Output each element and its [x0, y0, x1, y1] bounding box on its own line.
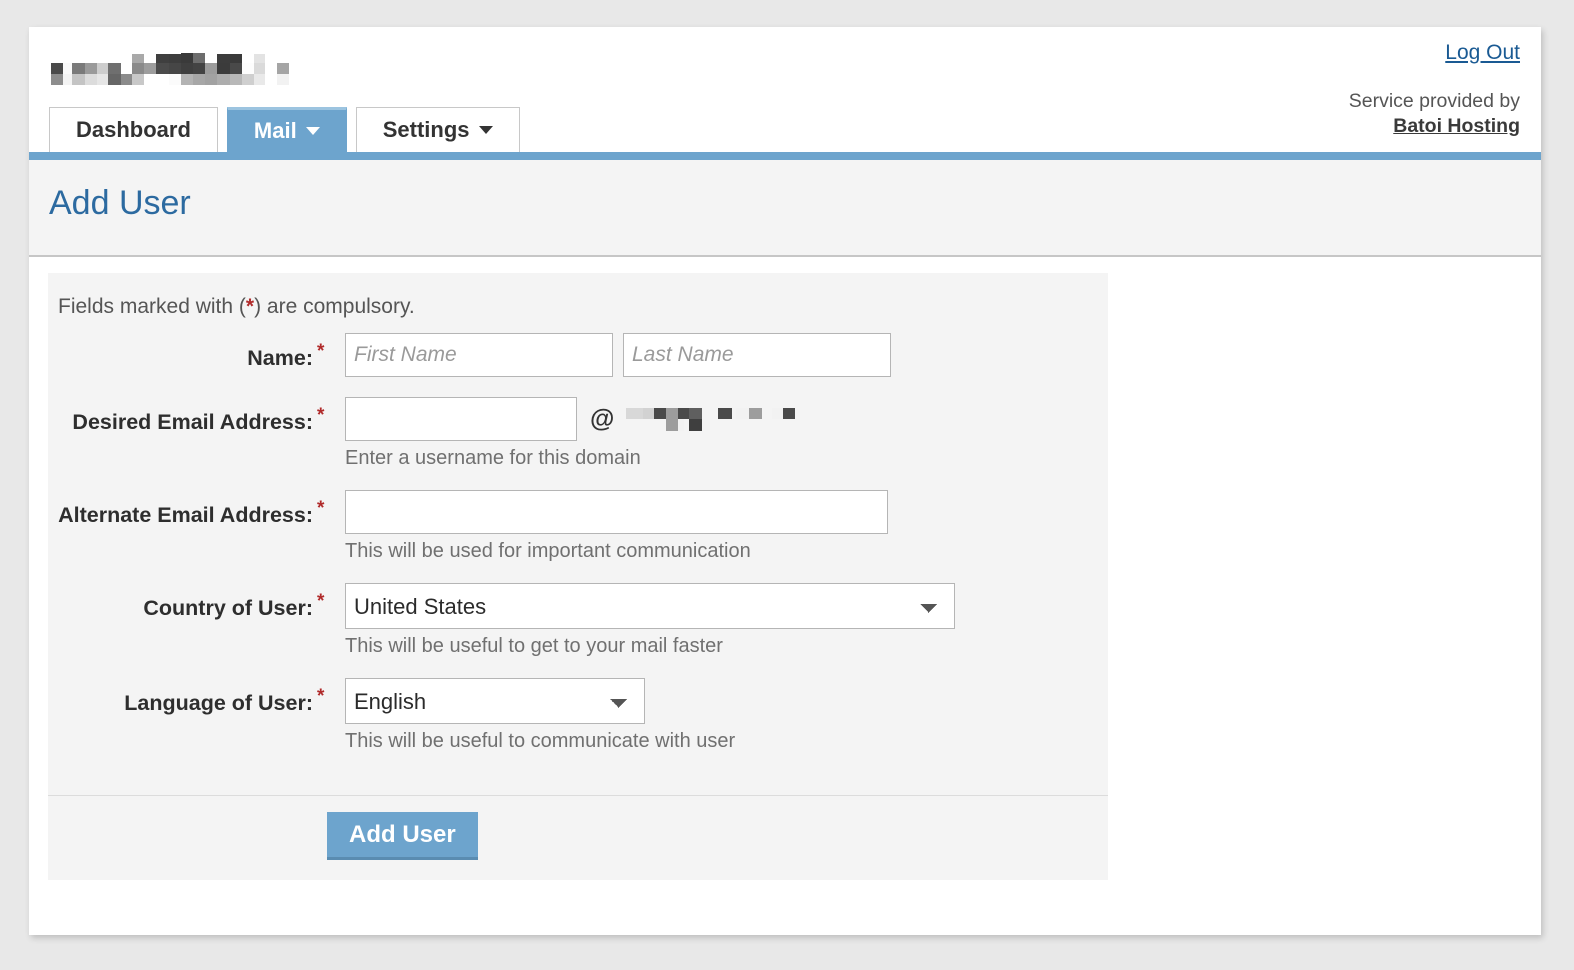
language-required-marker: *	[317, 686, 325, 707]
page-title-bar: Add User	[29, 160, 1541, 257]
alternate-email-required-marker: *	[317, 498, 325, 519]
form-footer: Add User	[48, 795, 1108, 880]
alternate-email-field-group: This will be used for important communic…	[331, 490, 888, 563]
form-row-name: Name: *	[48, 333, 1108, 377]
page-title: Add User	[49, 184, 191, 222]
desired-email-label: Desired Email Address:	[72, 410, 313, 434]
desired-email-field-group: @ Enter a username for this domain	[331, 397, 796, 470]
tab-mail-label: Mail	[253, 118, 297, 143]
logout-link[interactable]: Log Out	[1445, 41, 1520, 65]
header-accent-rule	[29, 152, 1541, 160]
country-select[interactable]: United States	[345, 583, 955, 629]
name-field-group	[331, 333, 891, 377]
desired-email-required-marker: *	[317, 405, 325, 426]
tab-dashboard-label: Dashboard	[76, 117, 191, 142]
content-area: Fields marked with (*) are compulsory. N…	[29, 257, 1541, 880]
tab-settings[interactable]: Settings	[355, 107, 520, 152]
compulsory-note-star: *	[245, 295, 255, 318]
add-user-form-panel: Fields marked with (*) are compulsory. N…	[48, 273, 1108, 880]
alternate-email-hint: This will be used for important communic…	[345, 540, 751, 562]
service-provider-note: Service provided by Batoi Hosting	[1349, 89, 1520, 139]
compulsory-fields-note: Fields marked with (*) are compulsory.	[48, 273, 1108, 333]
service-provider-link[interactable]: Batoi Hosting	[1349, 114, 1520, 139]
alternate-email-input[interactable]	[345, 490, 888, 534]
chevron-down-icon	[305, 127, 320, 136]
desired-email-hint: Enter a username for this domain	[345, 447, 641, 469]
form-fields: Name: * Desired Email Address: *	[48, 333, 1108, 795]
last-name-input[interactable]	[623, 333, 891, 377]
desired-email-username-input[interactable]	[345, 397, 577, 441]
form-row-language: Language of User: * English This will be…	[48, 678, 1108, 753]
country-required-marker: *	[317, 591, 325, 612]
language-select[interactable]: English	[345, 678, 645, 724]
domain-name-redacted	[626, 406, 796, 432]
form-row-alternate-email: Alternate Email Address: * This will be …	[48, 490, 1108, 563]
form-row-country: Country of User: * United States This wi…	[48, 583, 1108, 658]
main-nav-tabs: Dashboard Mail Settings	[49, 107, 520, 152]
add-user-button[interactable]: Add User	[327, 812, 478, 860]
language-label: Language of User:	[124, 691, 313, 715]
first-name-input[interactable]	[345, 333, 613, 377]
app-header: Log Out Service provided by Batoi Hostin…	[29, 27, 1541, 152]
tab-settings-label: Settings	[382, 117, 470, 142]
chevron-down-icon	[478, 126, 493, 135]
name-required-marker: *	[317, 341, 325, 362]
compulsory-note-suffix: ) are compulsory.	[254, 295, 415, 318]
language-field-group: English This will be useful to communica…	[331, 678, 735, 753]
at-symbol: @	[590, 404, 615, 433]
app-window: Log Out Service provided by Batoi Hostin…	[29, 27, 1541, 935]
brand-logo-redacted	[51, 53, 291, 88]
alternate-email-label: Alternate Email Address:	[58, 503, 313, 527]
tab-mail[interactable]: Mail	[226, 107, 347, 152]
country-label: Country of User:	[143, 596, 313, 620]
compulsory-note-prefix: Fields marked with (	[58, 295, 246, 318]
country-field-group: United States This will be useful to get…	[331, 583, 955, 658]
form-row-desired-email: Desired Email Address: * @ Enter a usern…	[48, 397, 1108, 470]
language-hint: This will be useful to communicate with …	[345, 730, 736, 752]
tab-dashboard[interactable]: Dashboard	[49, 107, 218, 152]
name-label: Name:	[247, 346, 313, 370]
service-provider-prefix: Service provided by	[1348, 90, 1520, 112]
country-hint: This will be useful to get to your mail …	[345, 635, 723, 657]
